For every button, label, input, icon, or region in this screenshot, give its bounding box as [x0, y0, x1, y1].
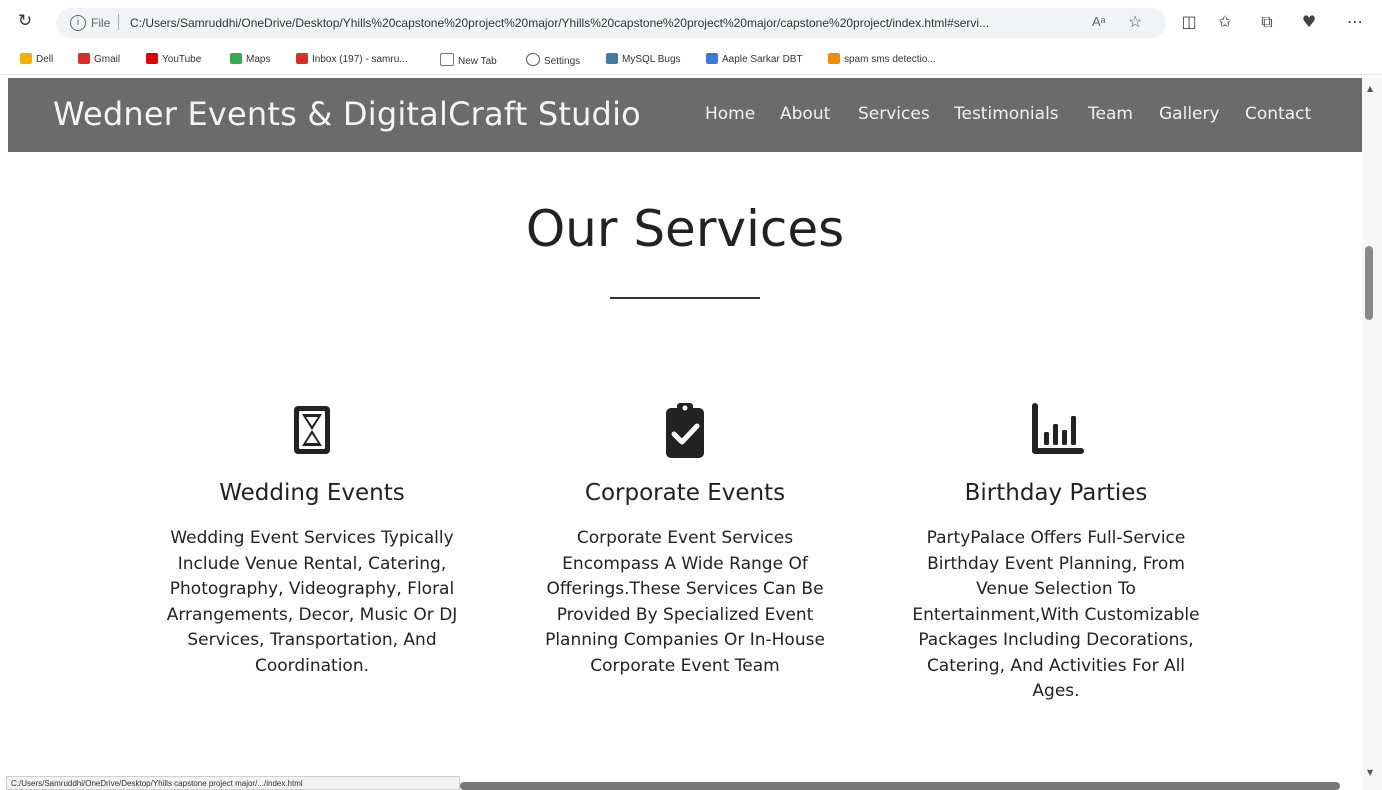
browser-toolbar: ↻ i File C:/Users/Samruddhi/OneDrive/Des…	[0, 0, 1382, 46]
service-description: Corporate Event Services Encompass A Wid…	[545, 528, 825, 676]
nav-link-team[interactable]: Team	[1088, 104, 1133, 124]
service-description: Wedding Event Services Typically Include…	[166, 528, 458, 676]
bookmark-settings[interactable]: Settings	[526, 53, 580, 67]
info-icon[interactable]: i	[70, 15, 86, 31]
favorite-star-icon[interactable]: ☆	[1128, 12, 1142, 32]
bookmark-icon	[706, 53, 718, 64]
bookmark-label: MySQL Bugs	[622, 54, 681, 65]
nav-link-about[interactable]: About	[780, 104, 830, 124]
bookmark-label: Settings	[544, 56, 581, 67]
gmail-icon	[296, 53, 308, 64]
bookmark-label: Dell	[36, 54, 54, 65]
read-aloud-icon[interactable]: Aᵃ	[1092, 14, 1106, 29]
gmail-icon	[78, 53, 90, 64]
nav-link-testimonials[interactable]: Testimonials	[954, 104, 1059, 124]
vertical-scrollbar[interactable]: ▲ ▼	[1362, 78, 1382, 790]
bookmark-label: New Tab	[458, 56, 497, 67]
collections-icon[interactable]: ⧉	[1254, 9, 1280, 35]
favorites-icon[interactable]: ✩	[1212, 9, 1238, 35]
bookmark-youtube[interactable]: YouTube	[146, 53, 201, 67]
bookmarks-bar: Dell Gmail YouTube Maps Inbox (197) - sa…	[0, 46, 1382, 75]
youtube-icon	[146, 53, 158, 64]
bookmark-label: Maps	[246, 54, 271, 65]
bookmark-inbox[interactable]: Inbox (197) - samru...	[296, 53, 408, 67]
bookmark-label: Gmail	[94, 54, 121, 65]
bookmark-aaple-sarkar[interactable]: Aaple Sarkar DBT	[706, 53, 803, 67]
folder-icon	[20, 53, 32, 64]
mysql-icon	[606, 53, 618, 64]
bookmark-label: Inbox (197) - samru...	[312, 54, 408, 65]
split-screen-icon[interactable]: ◫	[1176, 9, 1202, 35]
nav-link-gallery[interactable]: Gallery	[1159, 104, 1220, 124]
bookmark-gmail[interactable]: Gmail	[78, 53, 120, 67]
address-divider	[118, 14, 119, 30]
reload-icon[interactable]: ↻	[14, 10, 36, 32]
bookmark-label: spam sms detectio...	[844, 54, 936, 65]
more-menu-icon[interactable]: ⋯	[1342, 9, 1368, 35]
page-icon	[440, 53, 454, 66]
service-card-birthday: Birthday Parties PartyPalace Offers Full…	[906, 400, 1206, 705]
app-icon	[828, 53, 840, 64]
service-title: Birthday Parties	[964, 480, 1148, 506]
service-card-corporate: Corporate Events Corporate Event Service…	[535, 400, 835, 679]
scroll-down-icon[interactable]: ▼	[1367, 768, 1373, 777]
bookmark-label: Aaple Sarkar DBT	[722, 54, 803, 65]
bookmark-dell[interactable]: Dell	[20, 53, 53, 67]
bookmark-new-tab[interactable]: New Tab	[440, 53, 497, 67]
section-title: Our Services	[525, 200, 845, 258]
bookmark-label: YouTube	[162, 54, 202, 65]
service-card-wedding: Wedding Events Wedding Event Services Ty…	[162, 400, 462, 679]
maps-icon	[230, 53, 242, 64]
address-scheme: File	[91, 16, 111, 30]
hourglass-icon	[282, 400, 342, 460]
brand-logo-text[interactable]: Wedner Events & DigitalCraft Studio	[53, 95, 641, 133]
bookmark-mysql[interactable]: MySQL Bugs	[606, 53, 681, 67]
nav-link-services[interactable]: Services	[858, 104, 930, 124]
address-bar[interactable]: i File C:/Users/Samruddhi/OneDrive/Deskt…	[56, 8, 1166, 38]
site-header: Wedner Events & DigitalCraft Studio Home…	[8, 78, 1362, 152]
scroll-up-icon[interactable]: ▲	[1367, 84, 1373, 93]
service-description: PartyPalace Offers Full-Service Birthday…	[912, 528, 1200, 701]
nav-link-contact[interactable]: Contact	[1245, 104, 1311, 124]
horizontal-scrollbar[interactable]	[460, 782, 1340, 790]
address-url[interactable]: C:/Users/Samruddhi/OneDrive/Desktop/Yhil…	[130, 16, 1080, 30]
browser-essentials-icon[interactable]: ♥	[1296, 9, 1322, 35]
service-title: Wedding Events	[219, 480, 405, 506]
nav-link-home[interactable]: Home	[705, 104, 755, 124]
bookmark-maps[interactable]: Maps	[230, 53, 270, 67]
service-title: Corporate Events	[584, 480, 786, 506]
gear-icon	[526, 53, 540, 66]
status-bar-url: C:/Users/Samruddhi/OneDrive/Desktop/Yhil…	[6, 776, 460, 790]
bar-chart-icon	[1026, 400, 1086, 460]
bookmark-spam-sms[interactable]: spam sms detectio...	[828, 53, 936, 67]
clipboard-check-icon	[655, 400, 715, 460]
title-divider	[610, 297, 760, 299]
scrollbar-thumb[interactable]	[1365, 246, 1373, 320]
